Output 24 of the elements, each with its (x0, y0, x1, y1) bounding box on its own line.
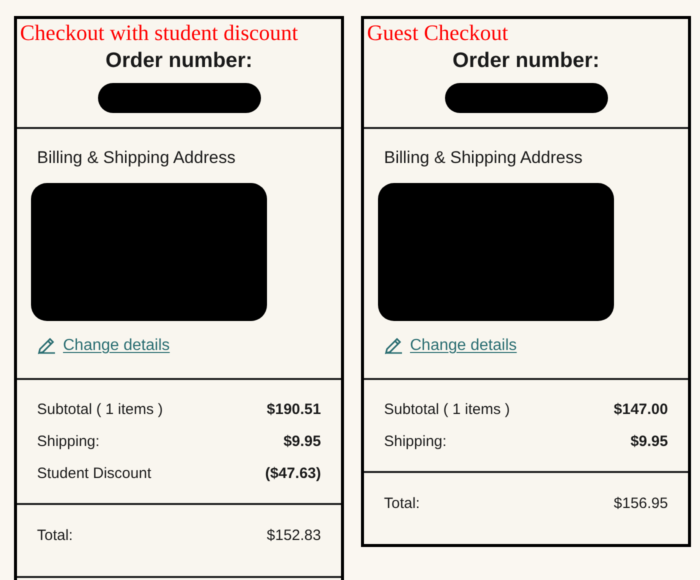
summary-label: Shipping: (384, 432, 447, 452)
summary-label: Student Discount (37, 464, 152, 484)
change-details-link[interactable]: Change details (37, 334, 170, 358)
summary-value: $9.95 (630, 432, 668, 452)
summary-value: $147.00 (614, 400, 668, 420)
change-details-link[interactable]: Change details (384, 334, 517, 358)
pencil-icon (37, 337, 57, 355)
total-label: Total: (384, 494, 420, 514)
total-value: $152.83 (266, 526, 321, 546)
summary-label: Subtotal ( 1 items ) (384, 400, 510, 420)
summary-value: $190.51 (266, 400, 321, 420)
pencil-icon (384, 337, 404, 355)
annotation-label: Guest Checkout (366, 19, 508, 46)
total-label: Total: (37, 526, 73, 546)
order-number-label: Order number: (452, 48, 600, 74)
order-number-label: Order number: (105, 48, 253, 74)
annotation-label: Checkout with student discount (19, 19, 298, 46)
summary-value: ($47.63) (265, 464, 321, 484)
summary-label: Shipping: (37, 432, 100, 452)
section-heading: Billing & Shipping Address (384, 147, 584, 169)
summary-label: Subtotal ( 1 items ) (37, 400, 163, 420)
total-value: $156.95 (614, 494, 668, 514)
summary-value: $9.95 (283, 432, 321, 452)
section-heading: Billing & Shipping Address (37, 147, 236, 169)
